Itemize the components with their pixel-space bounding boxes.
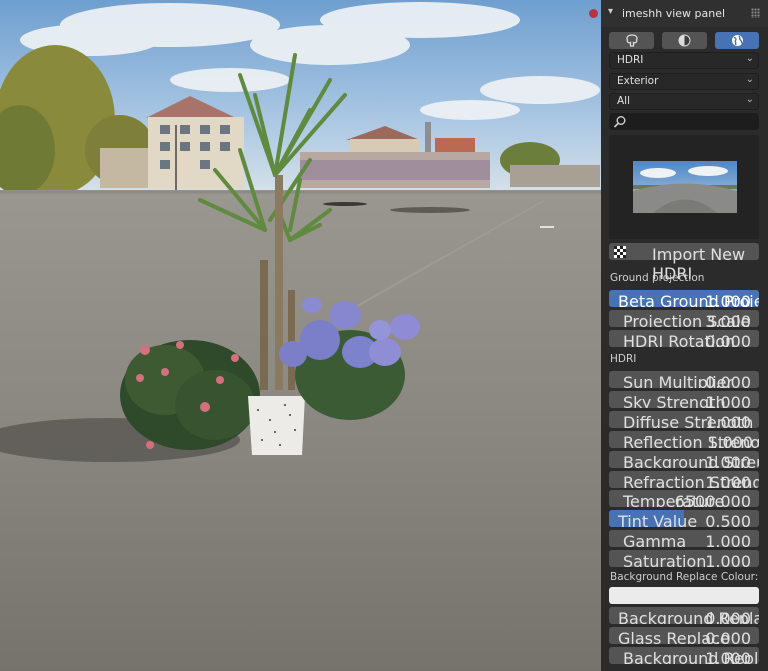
field-sky-strength[interactable]: Sky Strength 1.000 <box>609 391 759 408</box>
field-value: 1.000 <box>705 649 751 664</box>
section-ground-projection: Ground projection <box>610 272 705 284</box>
field-value: 0.500 <box>705 512 751 527</box>
field-gamma[interactable]: Gamma 1.000 <box>609 530 759 547</box>
field-value: 0.000 <box>705 609 751 624</box>
field-hdri-rotation[interactable]: HDRI Rotation 0.000 <box>609 330 759 347</box>
field-value: 1.000 <box>705 552 751 567</box>
chevron-down-icon: ⌄ <box>745 74 754 85</box>
asset-type-value: HDRI <box>617 54 644 66</box>
field-value: 1.000 <box>705 453 751 468</box>
hdri-thumbnail[interactable] <box>633 161 737 213</box>
record-indicator-icon <box>589 9 598 18</box>
chevron-down-icon: ⌄ <box>745 94 754 105</box>
tree-icon <box>625 34 638 47</box>
panel-title: imeshh view panel <box>622 7 726 20</box>
field-label: Gamma <box>623 532 687 547</box>
scene-render <box>0 0 601 671</box>
category-value: Exterior <box>617 75 659 87</box>
tree-mode-button[interactable] <box>609 32 654 49</box>
field-projection-scale[interactable]: Projection Scale 3.000 <box>609 310 759 327</box>
section-background-replace-colour: Background Replace Colour: <box>610 571 759 583</box>
search-input[interactable] <box>609 113 759 130</box>
field-beta-ground-projection[interactable]: Beta Ground Projecti 1.000 <box>609 290 759 307</box>
3d-viewport[interactable] <box>0 0 601 671</box>
field-value: 3.000 <box>705 312 751 327</box>
world-icon <box>731 35 743 46</box>
field-label: Tint Value <box>618 512 698 527</box>
chevron-down-icon: ⌄ <box>745 53 754 64</box>
white-pot <box>248 396 305 455</box>
import-hdri-button[interactable]: Import New HDRI <box>609 243 759 283</box>
pink-flower-bush <box>120 340 260 450</box>
field-value: 0.000 <box>705 629 751 644</box>
field-background-replace[interactable]: Background Replace 0.000 <box>609 607 759 624</box>
field-reflection-strength[interactable]: Reflection Strength 1.000 <box>609 431 759 448</box>
search-icon <box>613 116 626 128</box>
field-sun-multiplier[interactable]: Sun Multiplier 0.000 <box>609 371 759 388</box>
field-value: 1.000 <box>705 292 751 307</box>
checker-icon <box>614 245 626 258</box>
field-refraction-strength[interactable]: Refraction Strengt 1.000 <box>609 471 759 488</box>
filter-dropdown[interactable]: All ⌄ <box>609 93 759 110</box>
field-value: 1.000 <box>705 532 751 547</box>
field-background-replace-2[interactable]: Background Repla 1.000 <box>609 647 759 664</box>
field-glass-replace[interactable]: Glass Replace 0.000 <box>609 627 759 644</box>
field-value: 1.000 <box>707 433 753 448</box>
field-tint-value[interactable]: Tint Value 0.500 <box>609 510 759 527</box>
material-mode-button[interactable] <box>662 32 707 49</box>
field-label: Saturation <box>623 552 707 567</box>
field-saturation[interactable]: Saturation 1.000 <box>609 550 759 567</box>
asset-type-dropdown[interactable]: HDRI ⌄ <box>609 52 759 69</box>
field-value: 1.000 <box>705 393 751 408</box>
drag-grip-icon[interactable] <box>751 8 760 18</box>
field-value: 1.000 <box>705 413 751 428</box>
background-colour-swatch[interactable] <box>609 587 759 604</box>
field-value: 1.000 <box>705 473 751 488</box>
section-hdri: HDRI <box>610 353 637 365</box>
panel-header[interactable]: ▾ imeshh view panel <box>601 0 768 27</box>
field-value: 0.000 <box>705 373 751 388</box>
field-value: 0.000 <box>705 332 751 347</box>
field-temperature[interactable]: Temperature 6500.000 <box>609 490 759 507</box>
field-diffuse-strength[interactable]: Diffuse Strength 1.000 <box>609 411 759 428</box>
chevron-down-icon[interactable]: ▾ <box>608 6 613 17</box>
field-background-strength[interactable]: Background Streng 1.000 <box>609 451 759 468</box>
hdri-preview-panel <box>609 135 759 239</box>
filter-value: All <box>617 95 631 107</box>
material-sphere-icon <box>678 34 691 47</box>
category-dropdown[interactable]: Exterior ⌄ <box>609 73 759 90</box>
field-value: 6500.000 <box>674 492 751 507</box>
world-mode-button[interactable] <box>715 32 759 49</box>
